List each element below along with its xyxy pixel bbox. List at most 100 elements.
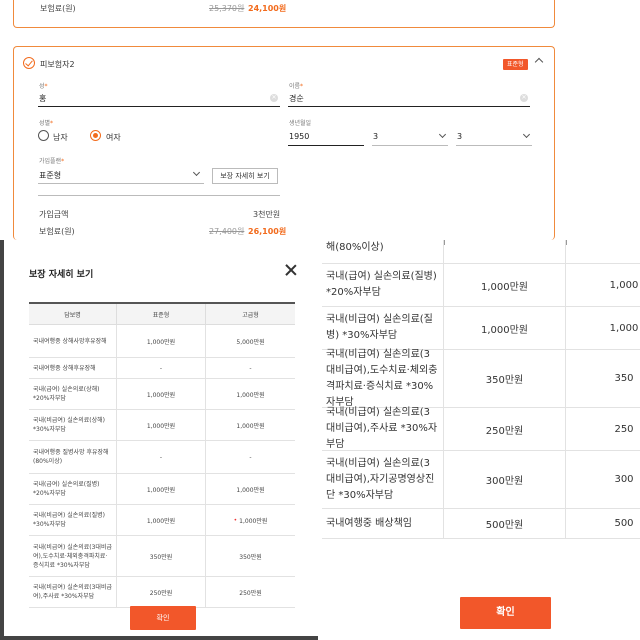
premium-label: 보험료(원) [40, 4, 76, 13]
standard-value: 350만원 [444, 350, 566, 407]
birth-day-underline [456, 145, 532, 146]
birth-year-field[interactable]: 1950 [289, 132, 309, 141]
birth-year-underline [288, 145, 364, 146]
chevron-down-icon[interactable] [522, 130, 531, 139]
coverage-name: 국내여행중 상해사망후유장해 [29, 325, 117, 357]
column-header: 고급형 [242, 311, 259, 319]
standard-value: 1,000만원 [117, 410, 206, 440]
premium-label: 보험료(원) [39, 227, 75, 236]
standard-value: 250만원 [117, 577, 206, 607]
close-icon[interactable] [285, 264, 297, 276]
premium-value: 250 [614, 423, 634, 435]
confirm-button[interactable]: 확인 [460, 597, 551, 629]
coverage-value: 3천만원 [253, 210, 281, 219]
premium-value: • 1,000만원 [233, 516, 268, 525]
premium-value: 5,000만원 [236, 338, 265, 346]
gender-label: 성별* [39, 120, 54, 127]
discounted-price: 24,100원 [248, 4, 287, 13]
standard-value: 1,000만원 [444, 264, 566, 306]
table-row: 국내(비급여) 실손의료(3대비급여),도수치료·체외충격파치료·증식치료 *3… [29, 536, 295, 577]
table-row: 국내(비급여) 실손의료(상해) *30%자부담 1,000만원 1,000만원 [29, 410, 295, 441]
coverage-name: 국내(비급여) 실손의료(3대비급여),도수치료·체외충격파치료·증식치료 *3… [29, 536, 117, 576]
radio-male[interactable] [38, 130, 49, 141]
premium-value: 1,000 [609, 322, 639, 334]
coverage-name: 국내여행중 질병사망 후유장해(80%이상) [29, 441, 117, 473]
modal-backdrop [0, 636, 318, 640]
plan-label: 가입플랜* [39, 158, 65, 165]
coverage-name: 국내(비급여) 실손의료(질병) *30%자부담 [29, 505, 117, 535]
check-circle-icon [23, 57, 35, 69]
modal-title: 보장 자세히 보기 [29, 270, 94, 280]
premium-value: 250만원 [239, 589, 262, 597]
table-row: 국내(급여) 실손의료(질병) *20%자부담 1,000만원 1,000 [322, 264, 640, 307]
coverage-name: 국내(급여) 실손의료(질병) *20%자부담 [29, 474, 117, 504]
discounted-price: 26,100원 [248, 227, 287, 236]
original-price: 27,400원 [209, 227, 245, 236]
standard-value: 1,000만원 [444, 307, 566, 349]
standard-value: 250만원 [444, 408, 566, 450]
birth-month-select[interactable]: 3 [373, 132, 378, 141]
surname-underline [38, 106, 280, 107]
standard-value: 300만원 [444, 451, 566, 508]
given-name-underline [288, 106, 530, 107]
standard-value: 1,000만원 [117, 505, 206, 535]
clear-surname-icon[interactable]: ✕ [270, 94, 278, 102]
coverage-name: 국내(비급여) 실손의료(3대비급여),도수치료·체외충격파치료·증식치료 *3… [322, 349, 444, 408]
coverage-name: 국내(급여) 실손의료(질병) *20%자부담 [322, 264, 444, 306]
birth-label: 생년월일 [289, 120, 312, 127]
confirm-button[interactable]: 확인 [130, 606, 196, 630]
surname-field[interactable]: 홍 [39, 93, 46, 104]
table-row: 국내(비급여) 실손의료(질병) *30%자부담 1,000만원 1,000 [322, 307, 640, 350]
insured-card: 피보험자2 표준형 성* 홍 ✕ 이름* 경순 ✕ 성별* 남자 여자 생년월일… [13, 46, 555, 240]
table-row: 국내(급여) 실손의료(상해) *20%자부담 1,000만원 1,000만원 [29, 379, 295, 410]
coverage-table: 해(80%이상) 국내(급여) 실손의료(질병) *20%자부담 1,000만원… [322, 240, 640, 539]
coverage-name: 해(80%이상) [322, 240, 444, 263]
premium-value: 1,000만원 [236, 422, 265, 430]
standard-value: 500만원 [444, 509, 566, 538]
radio-female-label: 여자 [106, 133, 121, 142]
coverage-table: 담보명 표준형 고급형 국내여행중 상해사망후유장해 1,000만원 5,000… [29, 302, 295, 608]
birth-day-select[interactable]: 3 [457, 132, 462, 141]
chevron-up-icon[interactable] [534, 57, 544, 67]
table-row: 국내(급여) 실손의료(질병) *20%자부담 1,000만원 1,000만원 [29, 474, 295, 505]
premium-value: 1,000만원 [236, 486, 265, 494]
premium-value: - [249, 453, 252, 461]
coverage-name: 국내(비급여) 실손의료(상해) *30%자부담 [29, 410, 117, 440]
birth-month-underline [372, 145, 448, 146]
premium-value: 300 [614, 474, 634, 485]
coverage-name: 국내(급여) 실손의료(상해) *20%자부담 [29, 379, 117, 409]
standard-value: - [117, 358, 206, 378]
radio-female[interactable] [90, 130, 101, 141]
premium-value: 1,000만원 [236, 391, 265, 399]
coverage-label: 가입금액 [39, 210, 69, 219]
column-header: 표준형 [117, 304, 206, 324]
insured-title: 피보험자2 [40, 60, 75, 69]
chevron-down-icon[interactable] [192, 168, 201, 177]
standard-value: 1,000만원 [117, 379, 206, 409]
coverage-name: 국내여행중 상해후유장해 [29, 358, 117, 378]
coverage-name: 국내(비급여) 실손의료(질병) *30%자부담 [322, 307, 444, 349]
table-row: 국내여행중 상해사망후유장해 1,000만원 5,000만원 [29, 325, 295, 358]
clear-given-name-icon[interactable]: ✕ [520, 94, 528, 102]
given-name-field[interactable]: 경순 [289, 93, 304, 104]
premium-value: 1,000 [609, 279, 639, 291]
table-row: 국내여행중 배상책임 500만원 500 [322, 509, 640, 539]
table-row: 국내(비급여) 실손의료(3대비급여),주사료 *30%자부담 250만원 25… [322, 407, 640, 451]
coverage-detail-modal: 보장 자세히 보기 담보명 표준형 고급형 국내여행중 상해사망후유장해 1,0… [4, 240, 315, 636]
coverage-name: 국내(비급여) 실손의료(3대비급여),주사료 *30%자부담 [29, 577, 117, 607]
table-row: 국내여행중 상해후유장해 - - [29, 358, 295, 379]
coverage-name: 국내여행중 배상책임 [322, 509, 444, 538]
premium-value: 500 [614, 518, 634, 529]
table-row: 해(80%이상) [322, 240, 640, 264]
chevron-down-icon[interactable] [438, 130, 447, 139]
coverage-detail-button[interactable]: 보장 자세히 보기 [212, 168, 278, 184]
divider [38, 195, 280, 196]
plan-badge: 표준형 [503, 59, 528, 70]
premium-value: 350만원 [239, 553, 262, 561]
coverage-name: 국내(비급여) 실손의료(3대비급여),자기공명영상진단 *30%자부담 [322, 451, 444, 508]
table-row: 국내여행중 질병사망 후유장해(80%이상) - - [29, 441, 295, 474]
table-row: 국내(비급여) 실손의료(3대비급여),주사료 *30%자부담 250만원 25… [29, 577, 295, 608]
table-row: 국내(비급여) 실손의료(3대비급여),도수치료·체외충격파치료·증식치료 *3… [322, 349, 640, 408]
plan-select[interactable]: 표준형 [39, 170, 61, 181]
surname-label: 성* [39, 83, 48, 90]
